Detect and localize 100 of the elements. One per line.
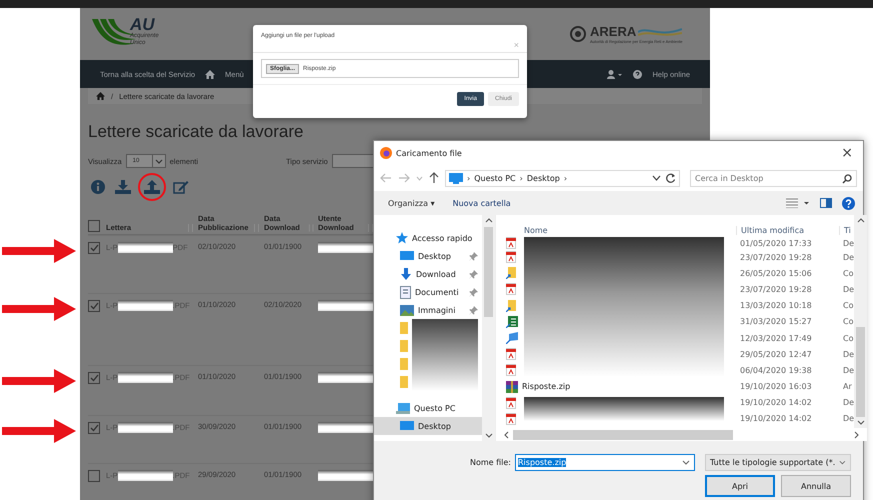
logo-initials: AU [130, 17, 155, 33]
organize-button[interactable]: Organizza ▾ [384, 198, 439, 208]
help-icon[interactable] [842, 196, 855, 210]
scroll-left-icon[interactable] [504, 430, 509, 438]
checkbox[interactable] [88, 242, 100, 254]
file-date: 23/07/2020 19:28 [739, 284, 813, 294]
checkbox[interactable] [88, 220, 100, 232]
pin-icon[interactable] [469, 252, 478, 260]
file-type: De [842, 284, 854, 294]
star-icon [396, 232, 408, 244]
edit-icon[interactable] [173, 180, 189, 194]
path-segment[interactable]: Desktop [526, 174, 560, 182]
scroll-down-icon[interactable] [484, 433, 492, 438]
redaction-bar [118, 470, 173, 481]
cancel-button[interactable]: Annulla [781, 475, 851, 497]
user-menu-icon[interactable] [607, 70, 624, 78]
checkbox[interactable] [88, 422, 100, 434]
download-icon[interactable] [115, 180, 131, 194]
pin-icon[interactable] [469, 288, 478, 296]
file-date: 19/10/2020 14:02 [739, 414, 813, 424]
nav-item[interactable]: Questo PC [374, 399, 482, 417]
nav-item[interactable]: Desktop [374, 247, 482, 265]
open-button[interactable]: Apri [705, 475, 775, 497]
back-icon[interactable] [380, 173, 392, 183]
path-segment[interactable]: Questo PC [474, 174, 516, 182]
chevron-down-icon [682, 460, 690, 465]
close-button[interactable]: × [837, 145, 857, 161]
folder-shortcut-icon [506, 300, 516, 312]
monitor-icon [449, 172, 463, 184]
redaction-bar [118, 300, 173, 311]
preview-pane-icon[interactable] [820, 198, 832, 208]
file-type: De [842, 398, 854, 408]
column-header[interactable]: Nome [506, 226, 736, 235]
dialog-title: Caricamento file [396, 148, 462, 158]
nav-item[interactable]: Immagini [374, 301, 482, 319]
redaction-bar [318, 242, 376, 253]
search-icon [842, 174, 852, 184]
refresh-icon[interactable] [665, 172, 676, 184]
redaction-bar [118, 372, 173, 383]
file-type: Co [842, 334, 854, 343]
checkbox[interactable] [88, 372, 100, 384]
document-icon [400, 286, 411, 298]
up-icon[interactable] [429, 172, 439, 184]
upload-icon[interactable] [144, 180, 160, 194]
file-type: De [842, 350, 854, 359]
column-header[interactable]: Ultima modifica [736, 226, 839, 235]
scroll-down-icon[interactable] [856, 420, 865, 425]
info-icon[interactable] [91, 180, 105, 194]
nav-item[interactable]: Desktop [374, 417, 482, 435]
file-date: 31/03/2020 15:27 [739, 317, 813, 326]
folder-icon [400, 340, 408, 352]
home-icon[interactable] [96, 92, 105, 100]
pdf-file-icon [506, 283, 516, 296]
image-icon [400, 304, 414, 316]
pdf-file-icon [506, 237, 516, 249]
chevron-separator[interactable]: › [520, 174, 523, 182]
checkbox[interactable] [88, 470, 100, 482]
pin-icon[interactable] [469, 270, 478, 278]
home-icon[interactable] [205, 70, 216, 78]
scrollbar-thumb[interactable] [856, 327, 866, 417]
spreadsheet-shortcut-icon [506, 316, 518, 328]
nav-item[interactable]: Documenti [374, 283, 482, 301]
download-arrow-icon [400, 268, 412, 280]
scrollbar-thumb[interactable] [513, 430, 733, 440]
file-date: 12/03/2020 17:49 [739, 334, 813, 343]
file-name-field[interactable]: Risposte.zip [515, 454, 695, 471]
file-type: De [842, 366, 854, 375]
file-date: 29/05/2020 12:47 [739, 350, 813, 359]
forward-icon[interactable] [398, 173, 410, 183]
search-field[interactable]: Cerca in Desktop [690, 170, 857, 186]
scroll-up-icon[interactable] [484, 218, 492, 223]
pdf-file-icon [506, 396, 516, 409]
address-bar[interactable]: › Questo PC › Desktop › [445, 170, 680, 186]
pin-icon[interactable] [469, 306, 478, 314]
file-name[interactable]: Risposte.zip [522, 382, 570, 392]
file-date: 23/07/2020 19:28 [739, 252, 813, 262]
file-date: 06/04/2020 19:38 [739, 366, 813, 375]
chevron-down-icon[interactable] [652, 175, 661, 181]
scroll-right-icon[interactable] [854, 430, 860, 438]
chevron-separator[interactable]: › [564, 174, 568, 182]
file-date: 13/03/2020 10:18 [739, 301, 813, 310]
nav-item[interactable]: Accesso rapido [374, 229, 482, 247]
wave-icon [638, 26, 682, 38]
checkbox[interactable] [88, 300, 100, 312]
view-options-icon[interactable] [786, 198, 810, 208]
redaction-bar [118, 422, 173, 433]
column-header[interactable]: Ti [839, 226, 851, 235]
file-type-select[interactable]: Tutte le tipologie supportate (*. [705, 454, 851, 471]
file-type: Co [842, 301, 854, 310]
computer-icon [396, 402, 410, 414]
file-type: Co [842, 268, 854, 278]
sort-icon[interactable] [367, 224, 374, 232]
redaction-bar [318, 300, 376, 311]
chevron-separator[interactable]: › [467, 174, 470, 182]
new-folder-button[interactable]: Nuova cartella [448, 198, 515, 208]
scroll-up-icon[interactable] [856, 218, 865, 223]
file-type: Ar [842, 382, 852, 392]
folder-shortcut-icon [506, 267, 516, 280]
scrollbar-thumb[interactable] [484, 227, 493, 317]
nav-item[interactable]: Download [374, 265, 482, 283]
